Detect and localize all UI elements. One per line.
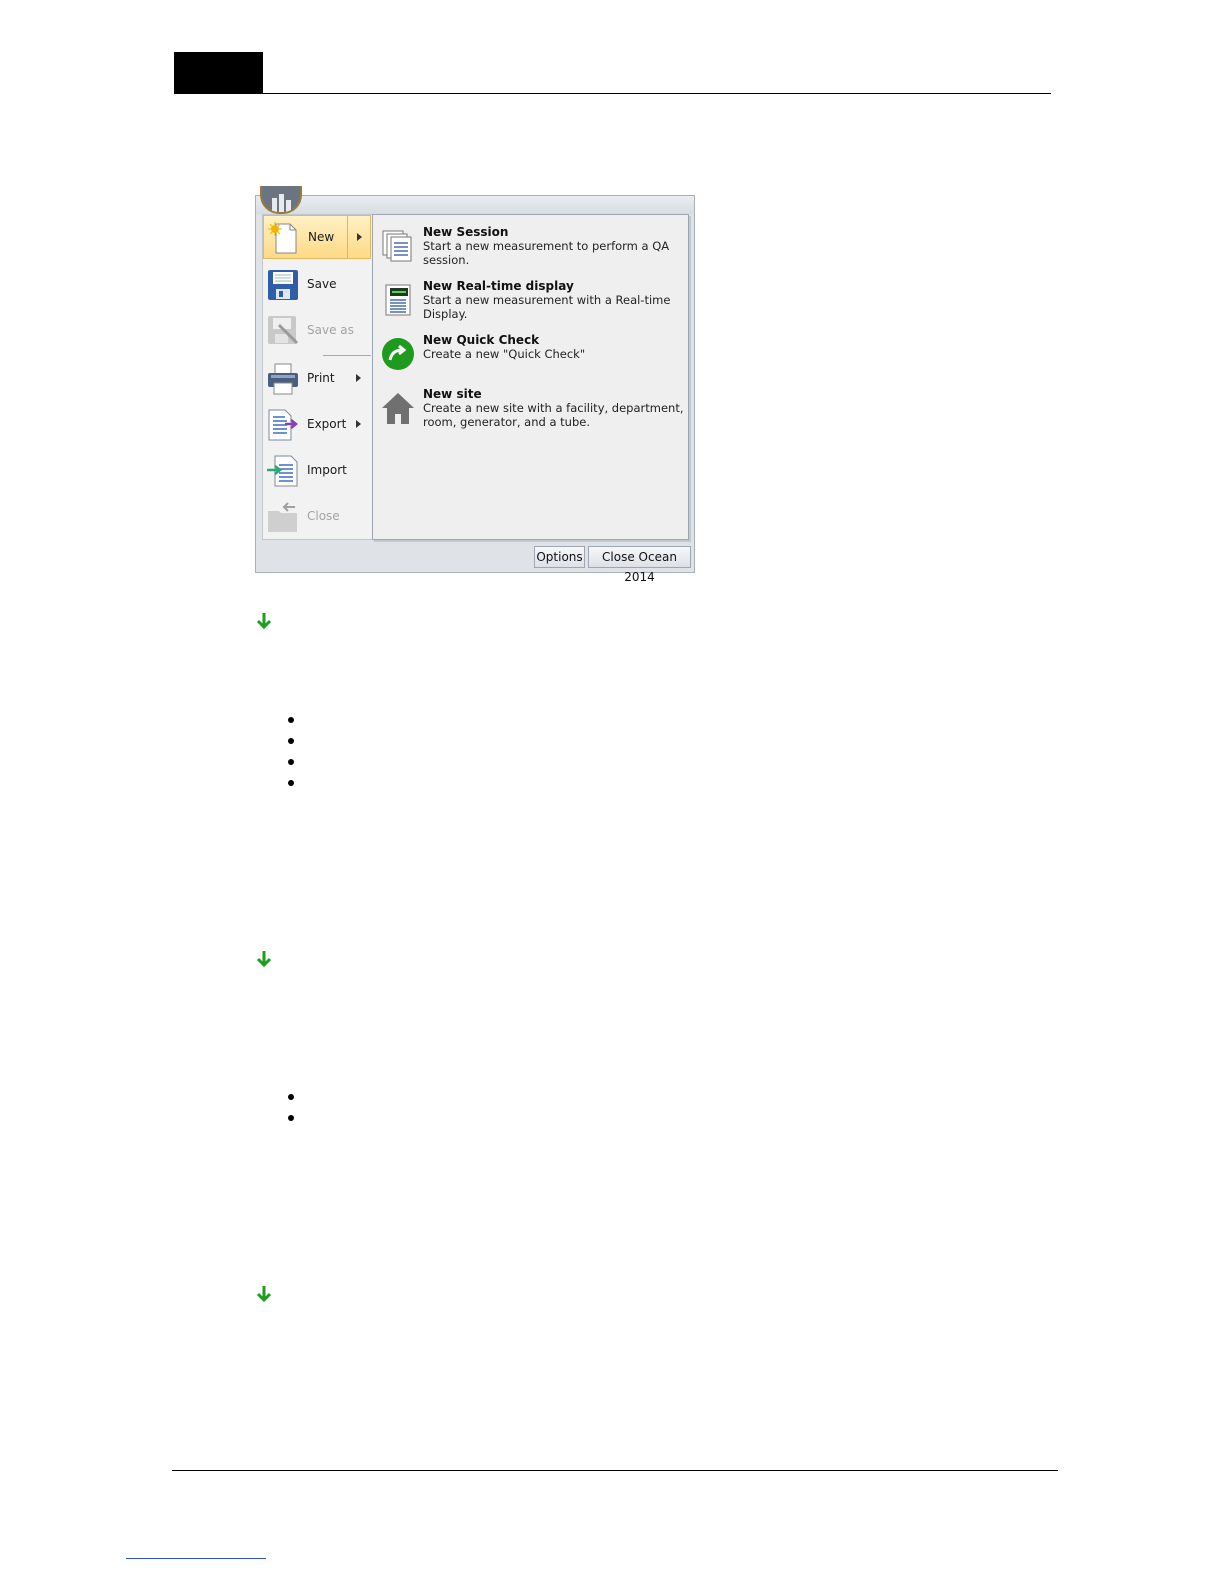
green-down-arrow-icon: [256, 1286, 272, 1303]
printer-icon: [268, 363, 298, 395]
menu-item-save-as: Save as: [263, 309, 371, 353]
submenu-item-new-session[interactable]: New Session Start a new measurement to p…: [377, 217, 683, 271]
import-icon: [267, 455, 298, 487]
submenu-title: New Real-time display: [423, 279, 574, 293]
bullet: [288, 780, 294, 786]
bullet: [288, 717, 294, 723]
submenu-description: Start a new measurement with a Real-time…: [423, 293, 671, 321]
floppy-disk-icon: [268, 270, 298, 300]
menu-item-import[interactable]: Import: [263, 449, 371, 493]
session-pages-icon: [382, 230, 412, 262]
menu-item-label: Export: [307, 417, 347, 431]
menu-item-save[interactable]: Save: [263, 263, 371, 307]
menu-item-export[interactable]: Export: [263, 403, 371, 447]
menu-item-label: New: [308, 230, 335, 244]
footer-link-underline: [126, 1558, 266, 1559]
bullet: [288, 759, 294, 765]
bullet: [288, 1115, 294, 1121]
menu-item-label: Save: [307, 277, 337, 291]
menu-item-print[interactable]: Print: [263, 357, 371, 401]
menu-item-label: Import: [307, 463, 347, 477]
menu-item-label: Close: [307, 509, 340, 523]
application-menu-screenshot: New Save Save as Print Export Import Clo…: [255, 186, 695, 584]
menu-separator: [323, 355, 371, 356]
green-down-arrow-icon: [256, 613, 272, 630]
submenu-item-new-realtime-display[interactable]: New Real-time display Start a new measur…: [377, 271, 683, 325]
submenu-title: New Quick Check: [423, 333, 540, 347]
quick-check-arrow-icon: [382, 338, 414, 370]
bullet: [288, 738, 294, 744]
submenu-description: Start a new measurement to perform a QA …: [423, 239, 670, 267]
menu-item-label: Save as: [307, 323, 354, 337]
submenu-item-new-site[interactable]: New site Create a new site with a facili…: [377, 379, 684, 433]
submenu-pane: New Session Start a new measurement to p…: [372, 214, 689, 540]
menu-left-pane: New Save Save as Print Export Import Clo…: [262, 214, 372, 540]
header-rule: [174, 93, 1051, 94]
green-down-arrow-icon: [256, 951, 272, 968]
menu-top-bar: [256, 196, 694, 214]
new-document-icon: [268, 222, 297, 254]
realtime-display-icon: [385, 284, 411, 316]
menu-item-close: Close: [263, 495, 371, 539]
export-icon: [268, 409, 299, 441]
submenu-title: New site: [423, 387, 482, 401]
close-app-button[interactable]: Close Ocean 2014: [588, 546, 691, 584]
chevron-right-icon: [357, 233, 362, 241]
save-as-icon: [268, 316, 299, 345]
submenu-title: New Session: [423, 225, 509, 239]
header-block: [174, 52, 263, 93]
footer-rule: [172, 1470, 1058, 1471]
submenu-arrow-box[interactable]: [347, 216, 370, 258]
close-folder-icon: [268, 502, 297, 532]
submenu-description: Create a new "Quick Check": [423, 347, 586, 361]
menu-item-new[interactable]: New: [263, 215, 371, 259]
house-icon: [382, 393, 414, 424]
chevron-right-icon: [356, 420, 361, 428]
bullet: [288, 1094, 294, 1100]
submenu-item-new-quick-check[interactable]: New Quick Check Create a new "Quick Chec…: [377, 325, 683, 379]
chevron-right-icon: [356, 374, 361, 382]
submenu-description: Create a new site with a facility, depar…: [423, 401, 684, 429]
options-button[interactable]: Options: [534, 546, 585, 568]
menu-item-label: Print: [307, 371, 335, 385]
